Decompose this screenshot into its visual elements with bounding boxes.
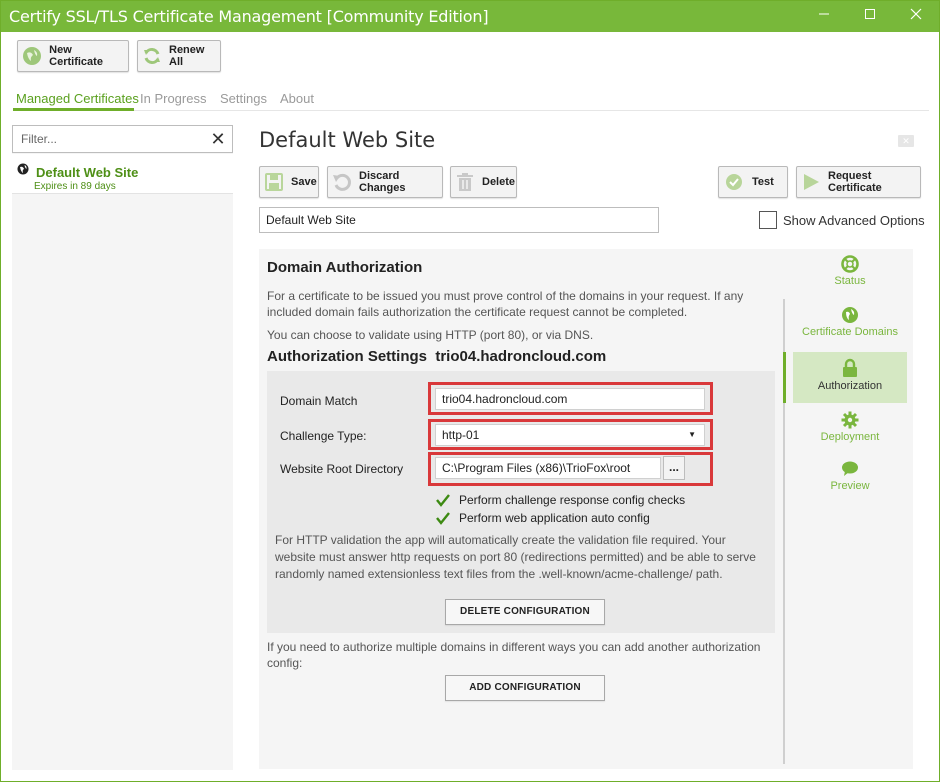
clear-filter-icon[interactable]: ✕ <box>208 128 228 150</box>
new-certificate-button[interactable]: New Certificate <box>17 40 129 72</box>
challenge-checks-option[interactable]: Perform challenge response config checks <box>435 492 685 508</box>
intro-text: For a certificate to be issued you must … <box>267 289 744 319</box>
side-nav-deployment[interactable]: Deployment <box>793 411 907 447</box>
certificate-name-field[interactable]: Default Web Site <box>259 207 659 233</box>
browse-button[interactable]: ... <box>663 456 685 480</box>
refresh-icon <box>142 45 162 67</box>
page-title: Default Web Site <box>259 128 436 152</box>
authorization-settings-label: Authorization Settings <box>267 348 427 365</box>
side-nav-certificate-domains[interactable]: Certificate Domains <box>793 306 907 342</box>
request-certificate-button[interactable]: Request Certificate <box>796 166 921 198</box>
side-nav-authorization[interactable]: Authorization <box>793 352 907 403</box>
certificate-list-panel <box>12 125 233 770</box>
check-circle-icon <box>723 171 745 193</box>
maximize-icon <box>865 9 875 19</box>
side-nav-status-label: Status <box>834 275 866 287</box>
side-nav-authorization-label: Authorization <box>817 380 883 392</box>
list-item[interactable]: Default Web Site Expires in 89 days <box>12 154 233 194</box>
auto-config-option[interactable]: Perform web application auto config <box>435 510 650 526</box>
auto-config-label: Perform web application auto config <box>459 511 650 525</box>
test-button[interactable]: Test <box>718 166 788 198</box>
authorization-settings-domain: trio04.hadroncloud.com <box>435 348 607 365</box>
http-validation-note: For HTTP validation the app will automat… <box>275 533 756 581</box>
chevron-down-icon: ▼ <box>688 430 696 439</box>
domain-match-label: Domain Match <box>280 394 358 408</box>
chat-icon <box>793 460 907 478</box>
close-editor-icon[interactable]: ✕ <box>898 135 914 147</box>
tab-settings[interactable]: Settings <box>220 91 267 106</box>
challenge-type-select[interactable]: http-01 ▼ <box>435 424 705 446</box>
close-button[interactable] <box>893 1 939 32</box>
filter-box: ✕ <box>12 125 233 153</box>
authorization-settings-heading: Authorization Settings trio04.hadronclou… <box>267 348 606 365</box>
checkbox-checked-icon[interactable] <box>435 510 451 526</box>
list-item-expiry: Expires in 89 days <box>34 181 116 192</box>
play-icon <box>801 171 821 193</box>
lifebuoy-icon <box>793 255 907 273</box>
side-nav-preview[interactable]: Preview <box>793 460 907 496</box>
side-nav-deployment-label: Deployment <box>820 431 880 443</box>
filter-input[interactable] <box>13 126 193 152</box>
add-configuration-button[interactable]: ADD CONFIGURATION <box>445 675 605 701</box>
tab-about[interactable]: About <box>280 91 314 106</box>
tab-managed-certificates[interactable]: Managed Certificates <box>16 91 139 106</box>
test-label: Test <box>752 176 774 188</box>
save-icon <box>264 171 284 193</box>
website-root-label: Website Root Directory <box>280 462 404 476</box>
delete-button[interactable]: Delete <box>450 166 517 198</box>
close-icon <box>910 8 922 20</box>
checkbox-checked-icon[interactable] <box>435 492 451 508</box>
active-tab-indicator <box>13 108 134 111</box>
tabs-divider <box>13 110 929 111</box>
globe-icon <box>17 163 29 178</box>
maximize-button[interactable] <box>847 1 893 32</box>
save-button[interactable]: Save <box>259 166 319 198</box>
validation-choice-text: You can choose to validate using HTTP (p… <box>267 328 594 342</box>
side-nav-preview-label: Preview <box>830 480 870 492</box>
multiple-domains-note: If you need to authorize multiple domain… <box>267 640 761 670</box>
title-bar: Certify SSL/TLS Certificate Management [… <box>1 1 939 32</box>
gear-icon <box>793 411 907 429</box>
undo-icon <box>332 171 352 193</box>
renew-all-button[interactable]: Renew All <box>137 40 221 72</box>
challenge-checks-label: Perform challenge response config checks <box>459 493 686 507</box>
challenge-type-label: Challenge Type: <box>280 429 367 443</box>
app-window: Certify SSL/TLS Certificate Management [… <box>0 0 940 782</box>
advanced-options-label: Show Advanced Options <box>783 212 925 228</box>
lock-icon <box>793 358 907 377</box>
challenge-type-value: http-01 <box>442 428 480 442</box>
discard-changes-label: Discard Changes <box>359 170 406 194</box>
save-label: Save <box>291 176 317 188</box>
globe-icon <box>793 306 907 324</box>
side-nav-status[interactable]: Status <box>793 255 907 291</box>
domain-match-input[interactable]: trio04.hadroncloud.com <box>435 388 705 410</box>
side-nav-active-indicator <box>783 352 786 403</box>
advanced-options-toggle[interactable]: Show Advanced Options <box>759 211 925 229</box>
request-certificate-label: Request Certificate <box>828 170 882 194</box>
window-title: Certify SSL/TLS Certificate Management [… <box>9 7 489 26</box>
discard-changes-button[interactable]: Discard Changes <box>327 166 443 198</box>
advanced-options-checkbox[interactable] <box>759 211 777 229</box>
minimize-icon <box>819 13 829 15</box>
delete-label: Delete <box>482 176 516 188</box>
side-nav-certificate-domains-label: Certificate Domains <box>802 326 898 338</box>
list-item-name: Default Web Site <box>36 165 139 180</box>
delete-configuration-button[interactable]: DELETE CONFIGURATION <box>445 599 605 625</box>
website-root-input[interactable]: C:\Program Files (x86)\TrioFox\root <box>435 457 661 479</box>
tab-in-progress[interactable]: In Progress <box>140 91 206 106</box>
new-certificate-label: New Certificate <box>49 44 103 68</box>
trash-icon <box>455 171 475 193</box>
renew-all-label: Renew All <box>169 44 205 68</box>
globe-icon <box>22 45 42 67</box>
minimize-button[interactable] <box>801 1 847 32</box>
section-heading: Domain Authorization <box>267 259 423 276</box>
